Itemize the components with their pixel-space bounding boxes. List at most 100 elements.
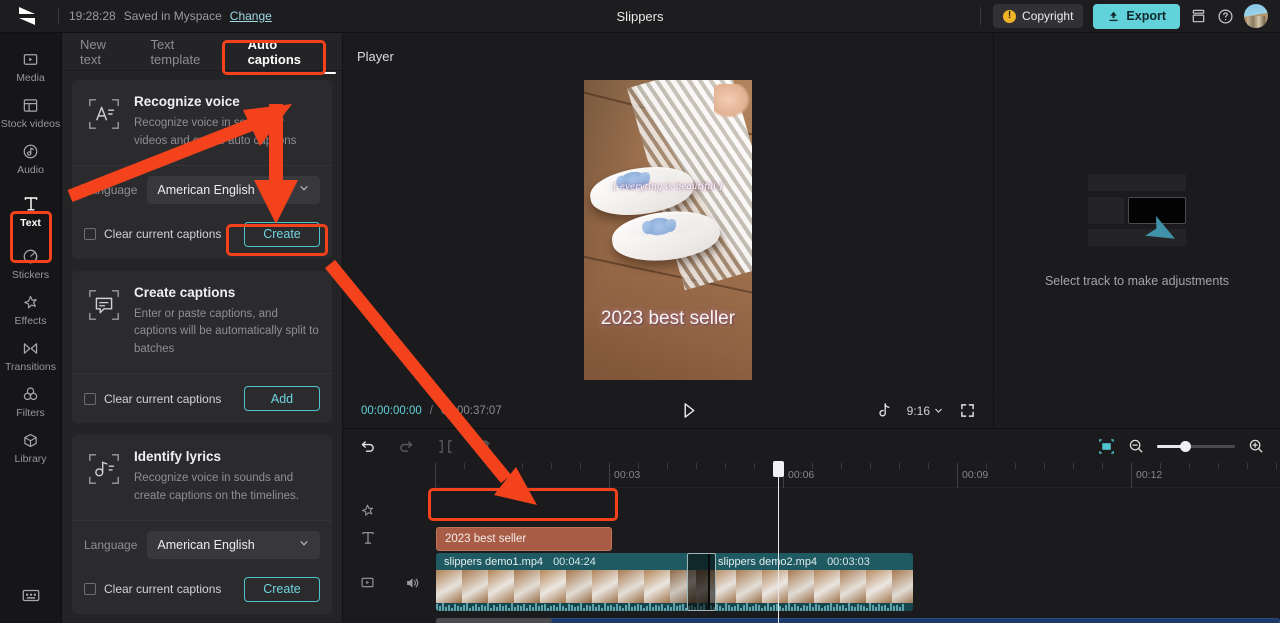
zoom-slider[interactable] [1157,445,1235,448]
sidebar-item-label: Library [14,453,46,465]
player-area: Player [ everyting is beautiful ] 2023 b… [343,33,993,428]
video-clip-1[interactable]: slippers demo1.mp4 00:04:24 [436,553,708,611]
effects-icon [22,294,39,311]
sidebar-item-filters[interactable]: Filters [2,380,60,424]
timeline-toolbar [343,429,1280,463]
clear-captions-label[interactable]: Clear current captions [104,227,221,241]
current-time: 00:00:00:00 [361,405,422,417]
layout-icon[interactable] [1190,8,1207,25]
sidebar-item-label: Audio [17,164,44,176]
time-separator: / [430,405,433,417]
sidebar-item-media[interactable]: Media [2,45,60,89]
warning-icon: ! [1003,10,1016,23]
media-icon [22,51,39,68]
video-clip-2[interactable]: slippers demo2.mp4 00:03:03 [710,553,913,611]
redo-icon[interactable] [398,438,415,455]
sidebar-item-label: Stickers [12,269,49,281]
filters-icon [22,386,39,403]
video-clip-name: slippers demo1.mp4 [444,556,543,568]
help-icon[interactable] [1217,8,1234,25]
timeline: 00:03 00:06 00:09 [343,428,1280,623]
sidebar: Media Stock videos Audio Text Stickers [0,33,62,623]
avatar[interactable] [1244,4,1268,28]
filmstrip [436,570,708,603]
clear-captions-checkbox[interactable] [84,583,96,595]
text-clip[interactable]: 2023 best seller [436,527,612,551]
tab-text-template[interactable]: Text template [142,29,235,74]
create-captions-icon [86,285,122,359]
export-icon [1107,10,1120,23]
caption-overlay-top: [ everyting is beautiful ] [584,182,752,192]
tab-auto-captions[interactable]: Auto captions [240,29,342,74]
clear-captions-checkbox[interactable] [84,228,96,240]
playhead-handle[interactable] [773,461,784,477]
sticker-track-icon[interactable] [360,503,375,518]
ruler-label: 00:03 [609,469,640,481]
card-title: Recognize voice [134,94,320,109]
timeline-scrollbar[interactable] [436,618,552,623]
language-label: Language [84,183,137,197]
add-button[interactable]: Add [244,386,320,411]
timeline-body: 00:03 00:06 00:09 [343,463,1280,623]
undo-icon[interactable] [359,438,376,455]
change-location-link[interactable]: Change [230,9,272,23]
filmstrip [710,570,913,603]
sidebar-item-label: Filters [16,407,45,419]
clip-transition-marker[interactable] [687,553,716,611]
sidebar-item-label: Media [16,72,45,84]
sidebar-item-text[interactable]: Text [2,189,60,234]
clear-captions-label[interactable]: Clear current captions [104,392,221,406]
fit-to-screen-icon[interactable] [1098,438,1115,455]
create-button[interactable]: Create [244,577,320,602]
sidebar-item-label: Effects [15,315,47,327]
keyboard-shortcuts-icon[interactable] [2,581,60,609]
aspect-ratio-select[interactable]: 9:16 [907,404,944,418]
card-title: Identify lyrics [134,449,320,464]
sidebar-item-transitions[interactable]: Transitions [2,334,60,378]
tiktok-icon[interactable] [877,403,891,419]
sidebar-item-effects[interactable]: Effects [2,288,60,332]
stock-videos-icon [22,97,39,114]
language-select[interactable]: American English [147,531,320,559]
tab-new-text[interactable]: New text [72,29,138,74]
header-save-status: Saved in Myspace [124,9,222,23]
sidebar-item-stickers[interactable]: Stickers [2,242,60,286]
sidebar-item-library[interactable]: Library [2,426,60,470]
audio-icon [22,143,39,160]
clear-captions-checkbox[interactable] [84,393,96,405]
audio-clip[interactable]: Sunrise [436,618,1280,623]
identify-lyrics-icon [86,449,122,506]
copyright-button[interactable]: ! Copyright [993,4,1083,28]
sidebar-item-stock-videos[interactable]: Stock videos [2,91,60,135]
split-icon[interactable] [437,438,454,455]
empty-state-illustration [1088,174,1186,252]
hand [714,84,750,118]
text-track-icon[interactable] [360,530,376,546]
timeline-ruler[interactable]: 00:03 00:06 00:09 [435,463,1280,488]
video-track-mute-icon[interactable] [404,575,420,591]
ruler-label: 00:06 [783,469,814,481]
caption-overlay-bottom: 2023 best seller [584,308,752,330]
export-button[interactable]: Export [1093,4,1180,29]
delete-icon[interactable] [476,438,493,455]
sidebar-item-label: Text [20,217,41,229]
copyright-label: Copyright [1022,9,1073,23]
zoom-in-icon[interactable] [1248,438,1264,454]
video-track-icon[interactable] [360,575,375,590]
player-title: Player [343,33,993,64]
fullscreen-icon[interactable] [960,403,975,418]
capcut-editor: 19:28:28 Saved in Myspace Change Slipper… [0,0,1280,623]
clear-captions-label[interactable]: Clear current captions [104,582,221,596]
zoom-slider-handle[interactable] [1180,441,1191,452]
text-clip-label: 2023 best seller [445,533,526,545]
sidebar-item-audio[interactable]: Audio [2,137,60,181]
capcut-logo-icon[interactable] [0,6,54,26]
playhead[interactable] [778,463,779,623]
zoom-out-icon[interactable] [1128,438,1144,454]
language-select[interactable]: American English [147,176,320,204]
create-button[interactable]: Create [244,222,320,247]
panel-body: Recognize voice Recognize voice in sound… [62,71,342,623]
play-icon[interactable] [681,402,697,419]
aspect-ratio-value: 9:16 [907,404,930,418]
video-preview[interactable]: [ everyting is beautiful ] 2023 best sel… [584,80,752,380]
